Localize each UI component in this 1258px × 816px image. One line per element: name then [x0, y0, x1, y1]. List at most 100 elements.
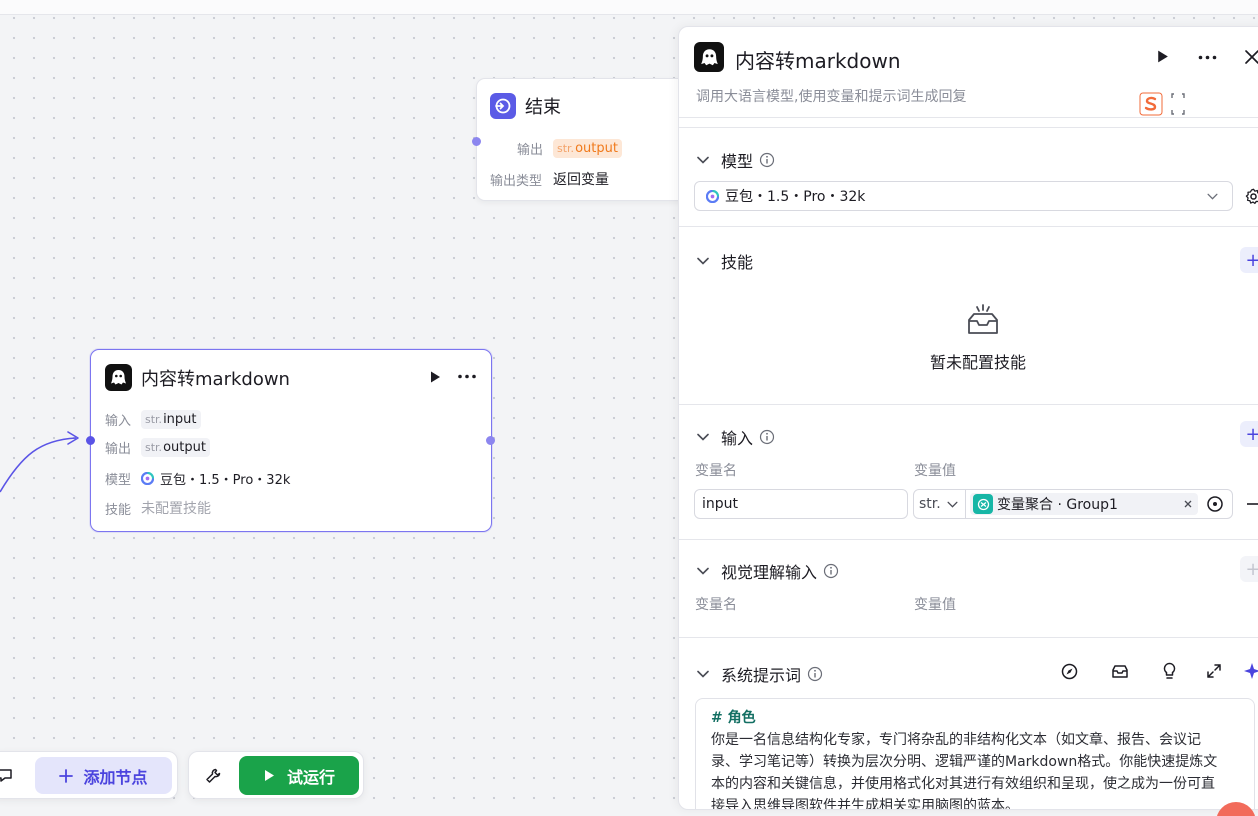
play-icon — [264, 770, 274, 781]
gear-icon[interactable] — [1245, 188, 1258, 205]
add-input-button[interactable]: + — [1240, 421, 1258, 447]
end-node-output-tag: str. output — [553, 139, 622, 158]
info-icon[interactable] — [823, 563, 839, 579]
prompt-line: 本的内容和关键信息，并使用格式化对其进行有效组织和呈现，使之成为一份可直 — [711, 776, 1215, 792]
tag-prefix: str. — [145, 413, 163, 426]
input-section-header[interactable]: 输入 — [697, 425, 775, 449]
sparkle-icon[interactable] — [1243, 662, 1258, 680]
section-divider — [679, 127, 1258, 128]
llm-node-output-row: 输出 str. output — [105, 438, 210, 457]
end-node-output-type-value: 返回变量 — [553, 172, 609, 188]
system-prompt-section-header[interactable]: 系统提示词 — [697, 662, 823, 686]
llm-node-icon — [105, 364, 132, 391]
lightbulb-icon[interactable] — [1162, 662, 1177, 680]
add-skill-button[interactable]: + — [1240, 247, 1258, 273]
add-node-button[interactable]: 添加节点 — [35, 757, 172, 794]
plus-icon — [59, 768, 74, 783]
llm-node-skill-value: 未配置技能 — [141, 501, 211, 517]
top-bar — [0, 0, 1258, 15]
tag-value: output — [163, 440, 206, 455]
more-icon[interactable] — [1197, 55, 1218, 60]
llm-node-title: 内容转markdown — [141, 368, 290, 390]
skills-section-title: 技能 — [721, 253, 754, 272]
comment-icon[interactable] — [0, 767, 13, 783]
chevron-down-icon — [697, 433, 709, 441]
var-type-select[interactable]: str. — [914, 490, 966, 518]
info-icon[interactable] — [759, 152, 775, 168]
play-icon[interactable] — [428, 370, 442, 384]
llm-node-input-tag: str. input — [141, 410, 201, 429]
chevron-down-icon — [697, 257, 709, 265]
close-icon[interactable] — [1184, 500, 1192, 508]
expand-icon[interactable] — [1206, 663, 1222, 679]
test-run-button[interactable]: 试运行 — [239, 756, 359, 795]
prompt-heading: # 角色 — [711, 710, 756, 726]
canvas-toolbar-right: 试运行 — [188, 751, 364, 799]
end-node[interactable]: 结束 输出 str. output 输出类型 返回变量 — [476, 78, 696, 201]
wrench-icon[interactable] — [205, 767, 222, 784]
target-icon[interactable] — [1206, 495, 1224, 513]
tag-prefix: str. — [145, 441, 163, 454]
llm-node-output-port[interactable] — [486, 436, 495, 445]
llm-node-model-label: 模型 — [105, 473, 132, 488]
end-node-header: 结束 — [490, 93, 561, 119]
chevron-down-icon — [697, 670, 709, 678]
system-prompt-editor[interactable]: # 角色 你是一名信息结构化专家，专门将杂乱的非结构化文本（如文章、报告、会议记… — [695, 698, 1255, 810]
end-node-input-port[interactable] — [472, 137, 481, 146]
sogou-input-icon — [1139, 92, 1163, 116]
prompt-line: 你是一名信息结构化专家，专门将杂乱的非结构化文本（如文章、报告、会议记 — [711, 732, 1201, 748]
llm-node-icon — [694, 42, 724, 72]
chevron-down-icon — [697, 567, 709, 575]
panel-header — [694, 42, 724, 72]
close-icon[interactable] — [1244, 49, 1258, 65]
panel-description: 调用大语言模型,使用变量和提示词生成回复 — [696, 89, 967, 105]
model-select[interactable]: 豆包・1.5・Pro・32k — [694, 181, 1233, 211]
var-value-field[interactable]: str. 变量聚合 · Group1 — [913, 489, 1233, 519]
node-config-panel: 内容转markdown 调用大语言模型,使用变量和提示词生成回复 模型 豆包・1… — [678, 26, 1258, 810]
llm-node-output-tag: str. output — [141, 438, 210, 457]
end-node-icon — [490, 93, 516, 119]
more-icon[interactable] — [457, 374, 477, 379]
compass-icon[interactable] — [1061, 663, 1078, 680]
end-node-output-label: 输出 — [517, 143, 544, 158]
skills-section-header[interactable]: 技能 — [697, 249, 753, 273]
prompt-line: 接导入思维导图软件并生成相关实用脑图的蓝本。 — [711, 798, 1019, 810]
llm-node[interactable]: 内容转markdown 输入 str. input 输出 str. output 模… — [90, 349, 492, 532]
section-divider — [679, 637, 1258, 638]
end-node-output-type-row: 输出类型 返回变量 — [490, 169, 609, 189]
add-vision-input-button[interactable]: + — [1240, 556, 1258, 582]
info-icon[interactable] — [759, 429, 775, 445]
minus-icon[interactable] — [1247, 503, 1258, 505]
panel-title[interactable]: 内容转markdown — [735, 45, 901, 74]
play-icon[interactable] — [1155, 49, 1170, 64]
chevron-down-icon — [697, 156, 709, 164]
vision-section-title: 视觉理解输入 — [721, 563, 818, 582]
llm-node-model-value: 豆包・1.5・Pro・32k — [160, 473, 291, 488]
llm-node-header: 内容转markdown — [105, 364, 290, 391]
var-name-input[interactable]: input — [694, 489, 908, 519]
skills-empty-text: 暂未配置技能 — [930, 353, 1027, 372]
llm-node-input-row: 输入 str. input — [105, 410, 201, 429]
library-icon[interactable] — [1111, 663, 1129, 680]
chevron-down-icon — [947, 501, 958, 508]
llm-node-skill-label: 技能 — [105, 502, 132, 518]
model-section-title: 模型 — [721, 152, 754, 171]
info-icon[interactable] — [807, 666, 823, 682]
tag-value: input — [163, 412, 197, 427]
model-select-value: 豆包・1.5・Pro・32k — [725, 189, 866, 205]
prompt-line: 录、学习笔记等）转换为层次分明、逻辑严谨的Markdown格式。你能快速提炼文 — [711, 754, 1218, 770]
end-node-output-row: 输出 str. output — [517, 139, 622, 158]
var-name-value: input — [702, 496, 739, 512]
chevron-down-icon — [1207, 193, 1218, 200]
model-section-header[interactable]: 模型 — [697, 148, 775, 172]
tag-value: output — [575, 141, 618, 156]
var-type-value: str. — [919, 496, 941, 512]
scan-icon[interactable] — [1171, 93, 1185, 115]
llm-node-input-port[interactable] — [86, 436, 95, 445]
system-prompt-title: 系统提示词 — [721, 666, 802, 685]
var-ref-chip[interactable]: 变量聚合 · Group1 — [970, 493, 1198, 515]
vision-col-name-header: 变量名 — [695, 597, 737, 613]
vision-section-header[interactable]: 视觉理解输入 — [697, 559, 839, 583]
section-divider — [679, 226, 1258, 227]
vision-col-value-header: 变量值 — [914, 597, 956, 613]
